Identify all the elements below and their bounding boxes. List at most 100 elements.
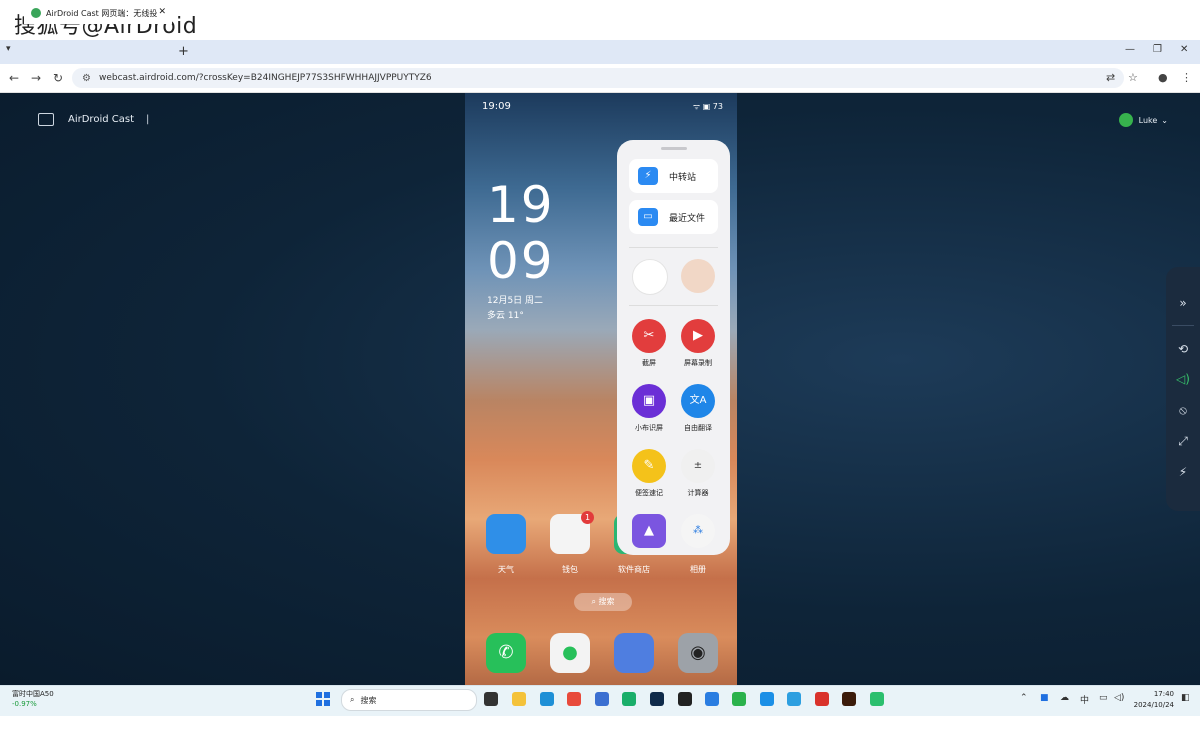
- rotate-icon[interactable]: ⟲: [1175, 341, 1191, 357]
- home-search[interactable]: ⌕ 搜索: [574, 593, 632, 611]
- airdroid-cast-logo-icon: [38, 113, 54, 126]
- minimize-icon[interactable]: —: [1125, 44, 1135, 55]
- clock-minute: 09: [487, 232, 555, 290]
- stock-name: 富时中国A50: [12, 690, 54, 698]
- app-label-gallery: 相册: [690, 565, 706, 574]
- app-label-store: 软件商店: [618, 565, 650, 574]
- reload-icon[interactable]: ↻: [53, 71, 63, 85]
- translate-tool-icon[interactable]: 文A: [681, 384, 715, 418]
- search-icon: ⌕: [350, 695, 355, 704]
- speaker-icon[interactable]: ◁): [1175, 371, 1191, 387]
- phone-status-icons: ᯤ ▣ 73: [692, 102, 723, 111]
- phone-screen[interactable]: 19:09 ᯤ ▣ 73 19 09 12月5日 周二 多云 11° 1 天气 …: [465, 93, 737, 685]
- screen-record-icon[interactable]: ▶: [681, 319, 715, 353]
- illustrator-icon[interactable]: [842, 692, 856, 706]
- new-tab-button[interactable]: +: [178, 44, 189, 59]
- lock-clock: 19 09: [487, 177, 555, 289]
- bookmark-star-icon[interactable]: ☆: [1128, 71, 1138, 84]
- site-info-icon[interactable]: ⚙: [82, 73, 91, 84]
- date-weather: 12月5日 周二 多云 11°: [487, 294, 543, 324]
- tab-close-icon[interactable]: ✕: [158, 7, 166, 17]
- address-bar[interactable]: ⚙ webcast.airdroid.com/?crossKey=B24INGH…: [72, 68, 1124, 88]
- close-window-icon[interactable]: ✕: [1180, 44, 1188, 55]
- app-icon[interactable]: [622, 692, 636, 706]
- qq-app-icon[interactable]: [632, 259, 668, 295]
- smart-sidebar-panel: ⚡ 中转站 ▭ 最近文件 ✂ 截屏 ▶ 屏幕录制 ▣ 小布识屏 文A 自由翻译 …: [617, 140, 730, 555]
- transfer-station-card[interactable]: ⚡ 中转站: [629, 159, 718, 193]
- profile-icon[interactable]: ●: [1158, 71, 1168, 84]
- screen-recognize-icon[interactable]: ▣: [632, 384, 666, 418]
- brand: AirDroid Cast |: [38, 113, 149, 126]
- panel-divider: [629, 305, 718, 306]
- clock-time: 17:40: [1153, 690, 1174, 698]
- restore-icon[interactable]: ❐: [1153, 44, 1162, 55]
- browser-taskbar-icon[interactable]: [760, 692, 774, 706]
- panel-divider: [629, 247, 718, 248]
- brand-separator: |: [146, 114, 150, 125]
- volume-icon[interactable]: ◁): [1114, 693, 1124, 703]
- url-text: webcast.airdroid.com/?crossKey=B24INGHEJ…: [98, 73, 432, 83]
- acrobat-icon[interactable]: [815, 692, 829, 706]
- recent-files-card[interactable]: ▭ 最近文件: [629, 200, 718, 234]
- fullscreen-icon[interactable]: ⤢: [1175, 433, 1191, 449]
- brand-name: AirDroid Cast: [68, 114, 134, 125]
- store-icon[interactable]: [595, 692, 609, 706]
- quick-note-icon[interactable]: ✎: [632, 449, 666, 483]
- wechat-icon[interactable]: [732, 692, 746, 706]
- more-tools-icon[interactable]: ⁂: [681, 514, 715, 548]
- gallery-tool-icon[interactable]: ▲: [632, 514, 666, 548]
- ime-indicator[interactable]: 中: [1080, 693, 1089, 706]
- tool-label: 便签速记: [635, 489, 663, 497]
- browser-icon[interactable]: [614, 633, 654, 673]
- forward-icon[interactable]: →: [31, 71, 41, 85]
- tab-favicon-icon: [31, 8, 41, 18]
- screenshot-icon[interactable]: ✂: [632, 319, 666, 353]
- camera-icon[interactable]: ◉: [678, 633, 718, 673]
- tray-chevron-icon[interactable]: ⌃: [1020, 693, 1028, 703]
- taskbar-search[interactable]: ⌕ 搜索: [341, 689, 477, 711]
- home-search-label: 搜索: [598, 597, 615, 606]
- weather-app-icon[interactable]: [486, 514, 526, 554]
- menu-icon[interactable]: ⋮: [1181, 71, 1192, 84]
- user-menu[interactable]: Luke ⌄: [1118, 113, 1168, 127]
- task-view-icon[interactable]: [484, 692, 498, 706]
- messages-icon[interactable]: ●: [550, 633, 590, 673]
- tab-title: AirDroid Cast 网页端：无线投: [46, 8, 158, 18]
- folder-clock-icon: ▭: [638, 208, 658, 226]
- notification-icon[interactable]: ◧: [1181, 693, 1190, 703]
- airdroid-icon[interactable]: [870, 692, 884, 706]
- sidebar-divider: [1172, 325, 1194, 326]
- disconnect-icon[interactable]: ⚡: [1175, 464, 1191, 480]
- chrome-icon[interactable]: [567, 692, 581, 706]
- browser-tab[interactable]: AirDroid Cast 网页端：无线投 ✕: [24, 2, 172, 24]
- photoshop-icon[interactable]: [650, 692, 664, 706]
- tray-app-icon[interactable]: ■: [1040, 693, 1049, 703]
- translate-icon[interactable]: ⇄: [1106, 71, 1115, 84]
- qq-browser-icon[interactable]: [787, 692, 801, 706]
- taskbar-search-label: 搜索: [360, 695, 377, 705]
- edge-icon[interactable]: [540, 692, 554, 706]
- avatar: [1118, 113, 1133, 127]
- stock-widget[interactable]: 富时中国A50 -0.97%: [12, 689, 54, 709]
- file-explorer-icon[interactable]: [512, 692, 526, 706]
- panel-handle[interactable]: [661, 147, 687, 150]
- mic-off-icon[interactable]: ⦸: [1175, 402, 1191, 418]
- calculator-icon[interactable]: ±: [681, 449, 715, 483]
- weather-text: 多云 11°: [487, 311, 524, 321]
- lark-icon[interactable]: [705, 692, 719, 706]
- tab-search-icon[interactable]: ▾: [6, 44, 11, 54]
- lightning-icon: ⚡: [638, 167, 658, 185]
- game-app-icon[interactable]: [681, 259, 715, 293]
- phone-dial-icon[interactable]: ✆: [486, 633, 526, 673]
- tool-label: 自由翻译: [684, 424, 712, 432]
- windows-start-icon[interactable]: [316, 692, 330, 706]
- clock-date: 2024/10/24: [1133, 701, 1174, 709]
- collapse-double-chevron-icon[interactable]: »: [1175, 295, 1191, 311]
- system-clock[interactable]: 17:40 2024/10/24: [1132, 689, 1174, 711]
- capcut-icon[interactable]: [678, 692, 692, 706]
- cloud-icon[interactable]: ☁: [1060, 693, 1069, 703]
- network-icon[interactable]: ▭: [1099, 693, 1108, 703]
- chevron-down-icon: ⌄: [1161, 115, 1168, 125]
- back-icon[interactable]: ←: [9, 71, 19, 85]
- search-icon: ⌕: [591, 597, 599, 606]
